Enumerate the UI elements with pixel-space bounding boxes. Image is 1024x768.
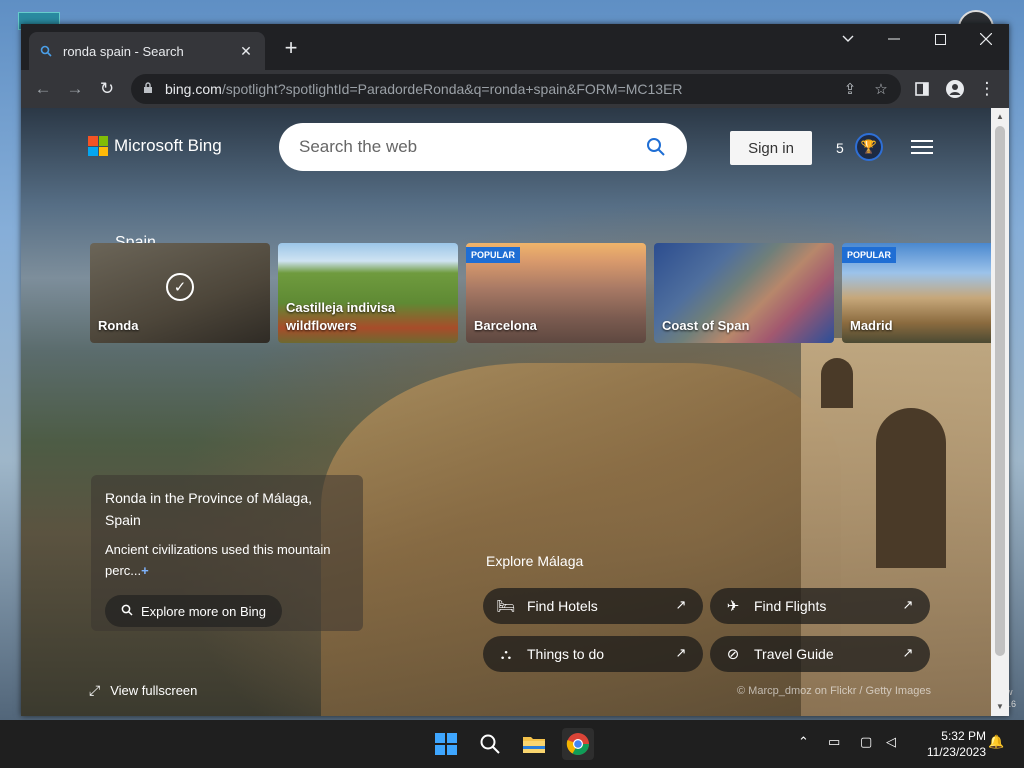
windows-start-icon[interactable] xyxy=(430,728,462,760)
compass-icon: ⊘ xyxy=(726,646,740,663)
info-description-text: Ancient civilizations used this mountain… xyxy=(105,542,331,578)
notification-bell-icon[interactable]: 🔔 xyxy=(988,734,1004,750)
page-scrollbar[interactable]: ▲ ▼ xyxy=(991,108,1009,716)
url-path: /spotlight?spotlightId=ParadordeRonda&q=… xyxy=(221,81,683,97)
search-icon[interactable] xyxy=(645,136,667,158)
binoculars-icon: ⛬ xyxy=(500,645,512,663)
network-icon[interactable]: ▭ xyxy=(828,734,840,750)
card-label: Madrid xyxy=(850,318,893,333)
tab-search-chevron-icon[interactable] xyxy=(825,24,871,54)
bookmark-star-icon[interactable]: ☆ xyxy=(869,77,893,101)
back-arrow-icon[interactable]: ← xyxy=(29,76,57,102)
things-to-do-button[interactable]: ⛬ Things to do ↗ xyxy=(483,636,703,672)
hamburger-menu-icon[interactable] xyxy=(911,140,933,154)
find-flights-label: Find Flights xyxy=(754,598,827,614)
lock-icon xyxy=(143,82,155,96)
card-label: Coast of Span xyxy=(662,318,750,333)
scroll-up-arrow-icon[interactable]: ▲ xyxy=(995,112,1005,122)
external-link-icon: ↗ xyxy=(675,597,687,612)
clock-time: 5:32 PM xyxy=(941,729,986,743)
browser-window: ronda spain - Search ✕ + ← → ↻ bing.com /… xyxy=(21,24,1009,716)
search-favicon-icon xyxy=(39,44,53,58)
side-panel-icon[interactable] xyxy=(908,76,936,102)
explore-title: Explore Málaga xyxy=(486,553,584,569)
display-icon[interactable]: ▢ xyxy=(860,734,872,750)
info-panel: Ronda in the Province of Málaga, Spain A… xyxy=(91,475,363,631)
spotlight-carousel: ✓ Ronda Castilleja indivisa wildflowers … xyxy=(90,243,991,343)
popular-badge: POPULAR xyxy=(466,247,521,263)
expand-fullscreen-icon: ⤢ xyxy=(89,682,101,698)
search-box[interactable] xyxy=(279,123,687,171)
rewards-trophy-icon[interactable]: 🏆 xyxy=(855,133,883,161)
title-bar: ronda spain - Search ✕ + xyxy=(21,24,1009,70)
card-label: Barcelona xyxy=(474,318,537,333)
card-wildflowers[interactable]: Castilleja indivisa wildflowers xyxy=(278,243,458,343)
bed-icon: 🛏 xyxy=(496,598,516,615)
card-ronda[interactable]: ✓ Ronda xyxy=(90,243,270,343)
external-link-icon: ↗ xyxy=(902,597,914,612)
background-bridge-window xyxy=(821,358,853,408)
travel-guide-label: Travel Guide xyxy=(754,646,834,662)
profile-avatar-icon[interactable] xyxy=(941,76,969,102)
reload-icon[interactable]: ↻ xyxy=(93,76,121,102)
card-madrid[interactable]: POPULAR Madrid xyxy=(842,243,991,343)
search-input[interactable] xyxy=(299,137,645,157)
travel-guide-button[interactable]: ⊘ Travel Guide ↗ xyxy=(710,636,930,672)
browser-tab[interactable]: ronda spain - Search ✕ xyxy=(29,32,265,70)
bing-logo[interactable]: Microsoft Bing xyxy=(88,136,222,156)
find-flights-button[interactable]: ✈ Find Flights ↗ xyxy=(710,588,930,624)
new-tab-button[interactable]: + xyxy=(279,37,303,61)
info-heading: Ronda in the Province of Málaga, Spain xyxy=(105,490,313,528)
external-link-icon: ↗ xyxy=(675,645,687,660)
sign-in-button[interactable]: Sign in xyxy=(730,131,812,165)
explore-more-label: Explore more on Bing xyxy=(141,603,267,619)
card-label: Ronda xyxy=(98,318,139,333)
view-fullscreen-link[interactable]: ⤢ View fullscreen xyxy=(89,682,197,699)
image-credit: © Marcp_dmoz on Flickr / Getty Images xyxy=(737,685,931,697)
find-hotels-label: Find Hotels xyxy=(527,598,598,614)
tab-title: ronda spain - Search xyxy=(63,43,184,59)
file-explorer-icon[interactable] xyxy=(518,728,550,760)
card-barcelona[interactable]: POPULAR Barcelona xyxy=(466,243,646,343)
tab-close-icon[interactable]: ✕ xyxy=(237,43,255,60)
things-to-do-label: Things to do xyxy=(527,646,605,662)
scrollbar-thumb[interactable] xyxy=(995,126,1005,656)
close-window-button[interactable] xyxy=(963,24,1009,54)
bing-brand-text: Microsoft Bing xyxy=(114,136,222,155)
taskbar-search-icon[interactable] xyxy=(474,728,506,760)
rewards-points[interactable]: 5 xyxy=(836,140,844,156)
taskbar: ⌃ ▭ ▢ ◁ 5:32 PM 11/23/2023 🔔 xyxy=(0,720,1024,768)
popular-badge: POPULAR xyxy=(842,247,897,263)
tray-overflow-chevron-icon[interactable]: ⌃ xyxy=(798,734,809,750)
bing-spotlight-page: Microsoft Bing Sign in 5 🏆 ← Spain ✓ Ron… xyxy=(21,108,991,716)
forward-arrow-icon[interactable]: → xyxy=(61,76,89,102)
find-hotels-button[interactable]: 🛏 Find Hotels ↗ xyxy=(483,588,703,624)
share-icon[interactable]: ⇪ xyxy=(838,77,862,101)
clock-date: 11/23/2023 xyxy=(926,745,986,759)
chrome-taskbar-icon[interactable] xyxy=(562,728,594,760)
view-fullscreen-label: View fullscreen xyxy=(110,683,198,698)
url-host: bing.com xyxy=(165,81,222,97)
expand-plus-icon[interactable]: + xyxy=(141,563,149,578)
background-bridge-arch xyxy=(876,408,946,568)
microsoft-logo-icon xyxy=(88,136,108,156)
browser-toolbar: ← → ↻ bing.com/spotlight?spotlightId=Par… xyxy=(21,70,1009,108)
external-link-icon: ↗ xyxy=(902,645,914,660)
selected-check-icon: ✓ xyxy=(166,273,194,301)
minimize-button[interactable] xyxy=(871,24,917,54)
info-description: Ancient civilizations used this mountain… xyxy=(105,539,349,581)
airplane-icon: ✈ xyxy=(726,598,740,615)
kebab-menu-icon[interactable]: ⋮ xyxy=(973,76,1001,102)
maximize-button[interactable] xyxy=(917,24,963,54)
search-icon xyxy=(121,604,133,619)
card-label: Castilleja indivisa wildflowers xyxy=(286,300,396,333)
address-bar[interactable]: bing.com/spotlight?spotlightId=Paradorde… xyxy=(131,74,901,104)
scroll-down-arrow-icon[interactable]: ▼ xyxy=(995,702,1005,712)
card-coast-of-spain[interactable]: Coast of Span xyxy=(654,243,834,343)
clock[interactable]: 5:32 PM 11/23/2023 xyxy=(914,728,986,760)
volume-icon[interactable]: ◁ xyxy=(886,734,896,750)
explore-more-button[interactable]: Explore more on Bing xyxy=(105,595,283,627)
